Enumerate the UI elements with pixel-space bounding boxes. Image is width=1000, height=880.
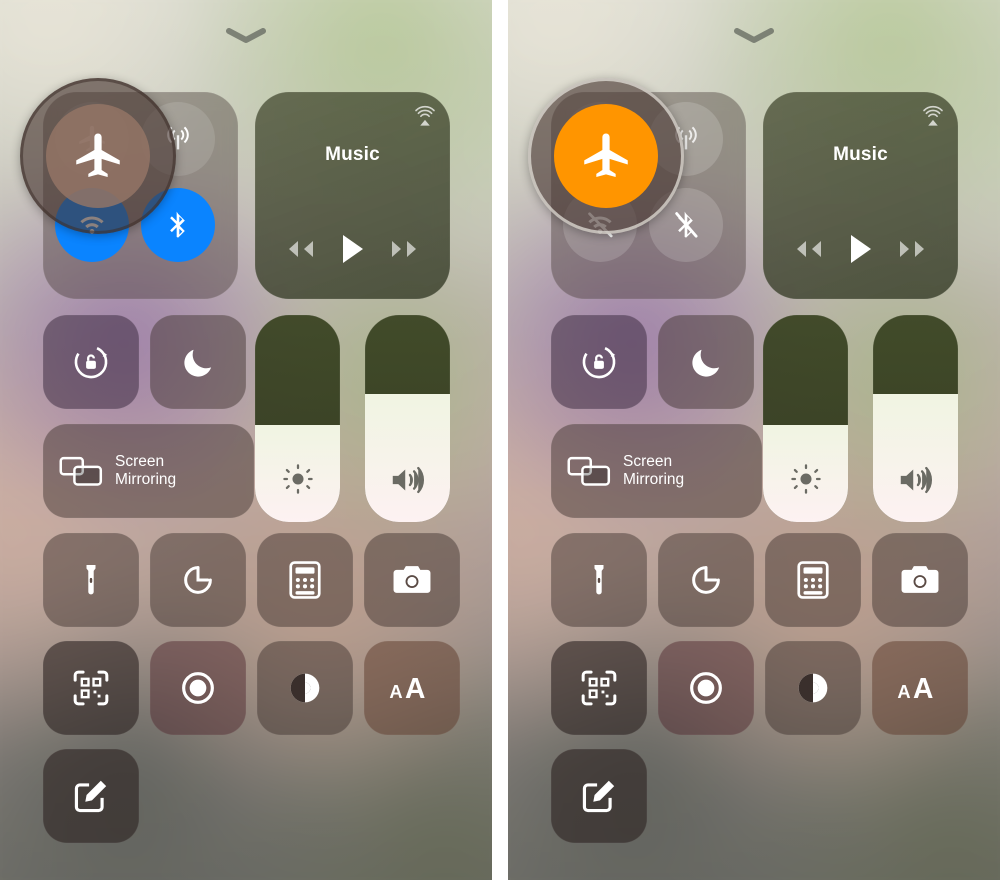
control-center-handle[interactable] [508, 28, 1000, 44]
screen-mirroring-icon [567, 454, 611, 488]
airplane-mode-tap-highlight[interactable] [20, 78, 176, 234]
volume-slider-fill [873, 393, 958, 522]
timer-icon [687, 561, 725, 599]
qr-code-icon [72, 669, 110, 707]
airplane-icon [577, 127, 635, 185]
speaker-volume-icon [873, 464, 958, 496]
now-playing-title: Music [833, 144, 888, 165]
text-size-icon: A A [388, 671, 436, 705]
notes-compose-icon [580, 777, 618, 815]
brightness-slider[interactable] [763, 315, 848, 522]
fast-forward-icon[interactable] [389, 238, 423, 260]
moon-icon [687, 343, 725, 381]
moon-icon [179, 343, 217, 381]
calculator-tile[interactable] [257, 533, 353, 627]
flashlight-tile[interactable] [551, 533, 647, 627]
camera-icon [900, 564, 940, 596]
screen-mirroring-icon [59, 454, 103, 488]
svg-text:A: A [405, 672, 425, 704]
calculator-icon [288, 561, 322, 599]
chevron-down-icon [734, 28, 774, 44]
screenshot-stage: Music Screen Mirroring A A Music Screen … [0, 0, 1000, 880]
notes-tile[interactable] [43, 749, 139, 843]
brightness-sun-icon [763, 462, 848, 496]
timer-icon [179, 561, 217, 599]
notes-compose-icon [72, 777, 110, 815]
qr-scanner-tile[interactable] [43, 641, 139, 735]
flashlight-icon [581, 562, 617, 598]
rotation-lock-icon [578, 341, 620, 383]
svg-text:A: A [897, 681, 910, 702]
airplay-audio-icon[interactable] [920, 104, 946, 130]
now-playing-title: Music [325, 144, 380, 165]
airplay-audio-icon[interactable] [412, 104, 438, 130]
calculator-icon [796, 561, 830, 599]
volume-slider[interactable] [873, 315, 958, 522]
timer-tile[interactable] [150, 533, 246, 627]
screen-mirroring-tile[interactable]: Screen Mirroring [551, 424, 762, 518]
media-transport-controls [255, 233, 450, 265]
play-icon[interactable] [846, 233, 874, 265]
screen-mirroring-label-line1: Screen [623, 453, 673, 470]
fast-forward-icon[interactable] [897, 238, 931, 260]
control-center-handle[interactable] [0, 28, 492, 44]
qr-code-icon [580, 669, 618, 707]
svg-text:A: A [913, 672, 933, 704]
notes-tile[interactable] [551, 749, 647, 843]
qr-scanner-tile[interactable] [551, 641, 647, 735]
rewind-icon[interactable] [282, 238, 316, 260]
text-size-tile[interactable]: A A [872, 641, 968, 735]
calculator-tile[interactable] [765, 533, 861, 627]
text-size-tile[interactable]: A A [364, 641, 460, 735]
chevron-down-icon [226, 28, 266, 44]
airplane-mode-on-panel: Music Screen Mirroring A A [508, 0, 1000, 880]
airplane-icon [69, 127, 127, 185]
dark-mode-tile[interactable] [765, 641, 861, 735]
svg-text:A: A [389, 681, 402, 702]
screen-mirroring-tile[interactable]: Screen Mirroring [43, 424, 254, 518]
speaker-volume-icon [365, 464, 450, 496]
do-not-disturb-tile[interactable] [150, 315, 246, 409]
bluetooth-slash-icon [670, 209, 702, 241]
airplane-mode-tap-highlight[interactable] [528, 78, 684, 234]
media-transport-controls [763, 233, 958, 265]
screen-mirroring-label: Screen Mirroring [623, 453, 684, 489]
screen-mirroring-label-line2: Mirroring [623, 471, 685, 488]
play-icon[interactable] [338, 233, 366, 265]
airplane-mode-off-panel: Music Screen Mirroring A A [0, 0, 492, 880]
timer-tile[interactable] [658, 533, 754, 627]
dark-mode-icon [793, 668, 833, 708]
volume-slider[interactable] [365, 315, 450, 522]
camera-icon [392, 564, 432, 596]
do-not-disturb-tile[interactable] [658, 315, 754, 409]
rewind-icon[interactable] [790, 238, 824, 260]
brightness-slider[interactable] [255, 315, 340, 522]
volume-slider-fill [365, 393, 450, 522]
screen-mirroring-label: Screen Mirroring [115, 453, 176, 489]
dark-mode-icon [285, 668, 325, 708]
rotation-lock-tile[interactable] [43, 315, 139, 409]
rotation-lock-tile[interactable] [551, 315, 647, 409]
text-size-icon: A A [896, 671, 944, 705]
rotation-lock-icon [70, 341, 112, 383]
flashlight-tile[interactable] [43, 533, 139, 627]
screen-recording-tile[interactable] [150, 641, 246, 735]
screen-record-icon [686, 668, 726, 708]
panel-divider [492, 0, 508, 880]
brightness-sun-icon [255, 462, 340, 496]
now-playing-card[interactable]: Music [763, 92, 958, 299]
bluetooth-icon [162, 209, 194, 241]
screen-recording-tile[interactable] [658, 641, 754, 735]
camera-tile[interactable] [872, 533, 968, 627]
flashlight-icon [73, 562, 109, 598]
dark-mode-tile[interactable] [257, 641, 353, 735]
screen-mirroring-label-line2: Mirroring [115, 471, 177, 488]
screen-record-icon [178, 668, 218, 708]
camera-tile[interactable] [364, 533, 460, 627]
screen-mirroring-label-line1: Screen [115, 453, 165, 470]
now-playing-card[interactable]: Music [255, 92, 450, 299]
